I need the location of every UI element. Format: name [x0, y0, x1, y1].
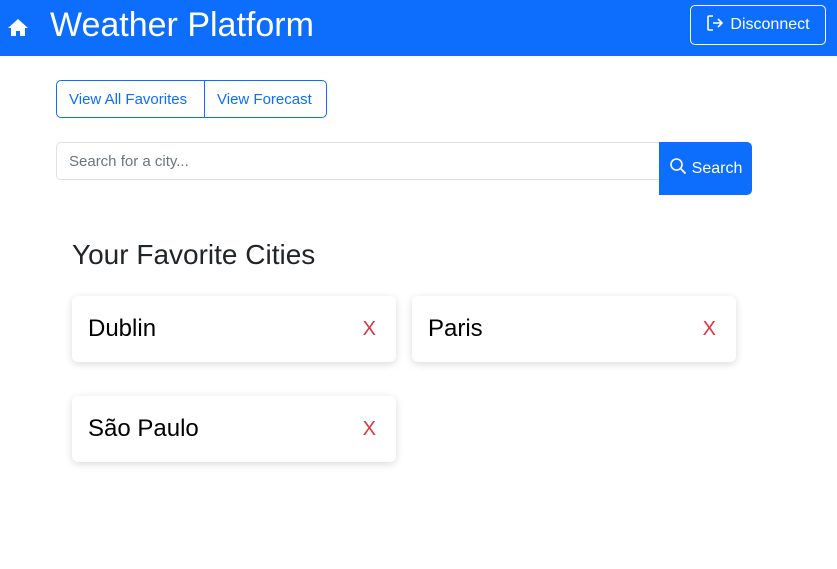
favorite-city-card[interactable]: Dublin X — [72, 296, 396, 362]
favorites-title: Your Favorite Cities — [72, 239, 316, 270]
favorite-city-card[interactable]: Paris X — [412, 296, 736, 362]
navbar: Weather Platform Disconnect — [0, 0, 837, 56]
city-name: Paris — [428, 315, 483, 342]
disconnect-button[interactable]: Disconnect — [690, 5, 826, 45]
logout-icon — [706, 14, 724, 37]
remove-city-button[interactable]: X — [703, 317, 716, 341]
view-all-favorites-button[interactable]: View All Favorites — [56, 80, 205, 118]
favorite-city-card[interactable]: São Paulo X — [72, 396, 396, 462]
remove-city-button[interactable]: X — [363, 317, 376, 341]
home-icon[interactable] — [6, 16, 30, 40]
search-label: Search — [691, 159, 743, 177]
view-forecast-button[interactable]: View Forecast — [205, 80, 327, 118]
search-icon — [669, 157, 687, 180]
app-title[interactable]: Weather Platform — [50, 2, 314, 48]
search-button[interactable]: Search — [659, 142, 752, 195]
city-name: Dublin — [88, 315, 157, 342]
remove-city-button[interactable]: X — [363, 417, 376, 441]
city-search-input[interactable] — [56, 142, 660, 180]
disconnect-label: Disconnect — [730, 16, 810, 33]
view-button-group: View All Favorites View Forecast — [56, 80, 327, 118]
city-name: São Paulo — [88, 415, 199, 442]
